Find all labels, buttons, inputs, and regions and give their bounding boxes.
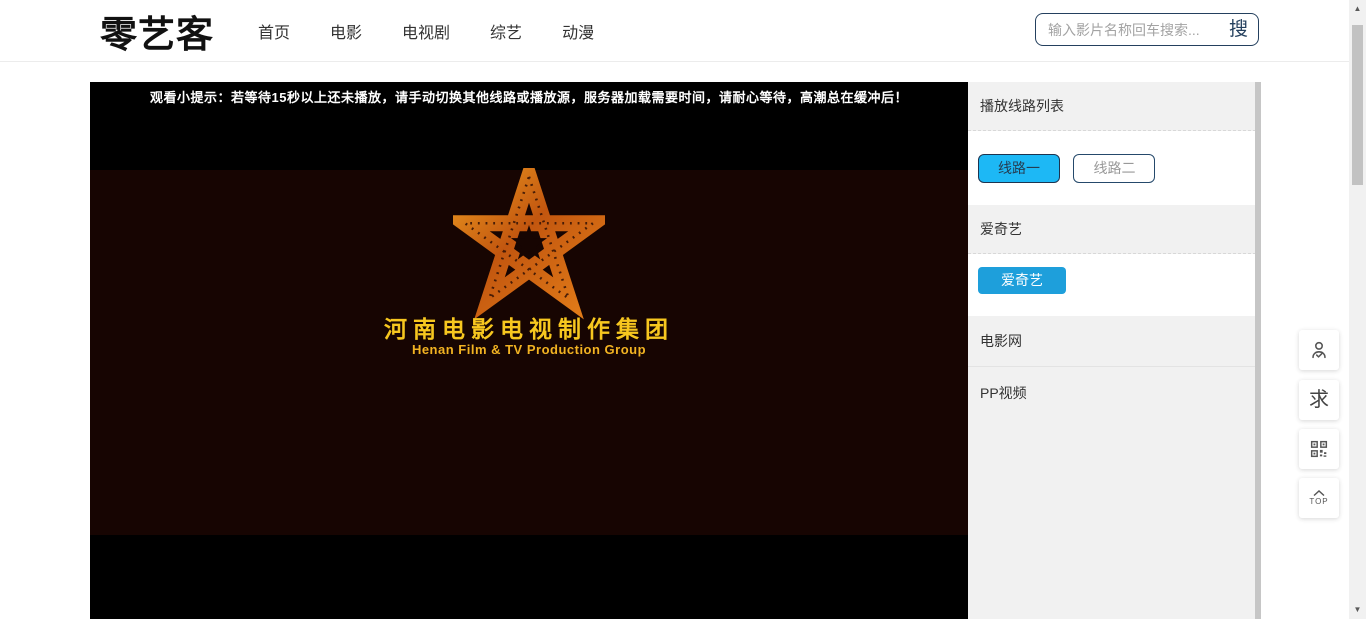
page-scrollbar: ▲ ▼ [1349,0,1366,619]
video-logo-title-en: Henan Film & TV Production Group [90,342,968,357]
search-button[interactable]: 搜 [1225,20,1258,39]
section-title: 播放线路列表 [980,96,1064,116]
video-player: 观看小提示：若等待15秒以上还未播放，请手动切换其他线路或播放源，服务器加载需要… [90,82,968,619]
section-title: 电影网 [980,331,1022,351]
section-header-movie-web[interactable]: 电影网 [968,316,1261,367]
scrollbar-thumb[interactable] [1352,25,1363,185]
iqiyi-source-button[interactable]: 爱奇艺 [978,267,1066,294]
search-input[interactable] [1036,22,1225,38]
back-to-top-button[interactable]: TOP [1299,478,1339,518]
nav-item-tv-series[interactable]: 电视剧 [402,19,450,43]
main-nav: 首页 电影 电视剧 综艺 动漫 [258,0,594,62]
scroll-down-arrow-icon[interactable]: ▼ [1349,606,1366,614]
nav-item-home[interactable]: 首页 [258,19,290,43]
section-header-iqiyi[interactable]: 爱奇艺 [968,205,1261,254]
user-check-icon [1308,339,1330,361]
chevron-up-icon [1313,490,1325,496]
feedback-button[interactable] [1299,330,1339,370]
line-buttons-row: 线路一 线路二 [968,131,1261,205]
player-tip-text: 观看小提示：若等待15秒以上还未播放，请手动切换其他线路或播放源，服务器加载需要… [90,87,968,106]
play-source-sidebar: 播放线路列表 线路一 线路二 爱奇艺 爱奇艺 电影网 PP视频 [968,82,1261,619]
sidebar-scrollbar[interactable] [1255,82,1261,619]
nav-item-movies[interactable]: 电影 [330,19,362,43]
request-movie-button[interactable]: 求 [1299,380,1339,420]
section-title: 爱奇艺 [980,219,1022,239]
video-logo-title-cn: 河南电影电视制作集团 [90,310,968,344]
section-title: PP视频 [980,383,1027,403]
section-header-line-list: 播放线路列表 [968,82,1261,131]
request-icon: 求 [1309,390,1329,410]
top-label: TOP [1309,497,1328,506]
iqiyi-buttons-row: 爱奇艺 [968,254,1261,316]
site-logo[interactable]: 零艺客 [100,4,214,58]
line-1-button[interactable]: 线路一 [978,154,1060,183]
qrcode-icon [1308,438,1330,460]
nav-item-variety[interactable]: 综艺 [490,19,522,43]
qrcode-button[interactable] [1299,429,1339,469]
line-2-button[interactable]: 线路二 [1073,154,1155,183]
page: 零艺客 首页 电影 电视剧 综艺 动漫 搜 观看小提示：若等待15秒以上还未播放… [0,0,1366,619]
scroll-up-arrow-icon[interactable]: ▲ [1349,5,1366,13]
film-star-logo-icon [453,168,605,325]
nav-item-anime[interactable]: 动漫 [562,19,594,43]
section-header-pp-video[interactable]: PP视频 [968,367,1261,418]
top-bar: 零艺客 首页 电影 电视剧 综艺 动漫 搜 [0,0,1349,62]
search-box: 搜 [1035,13,1259,46]
